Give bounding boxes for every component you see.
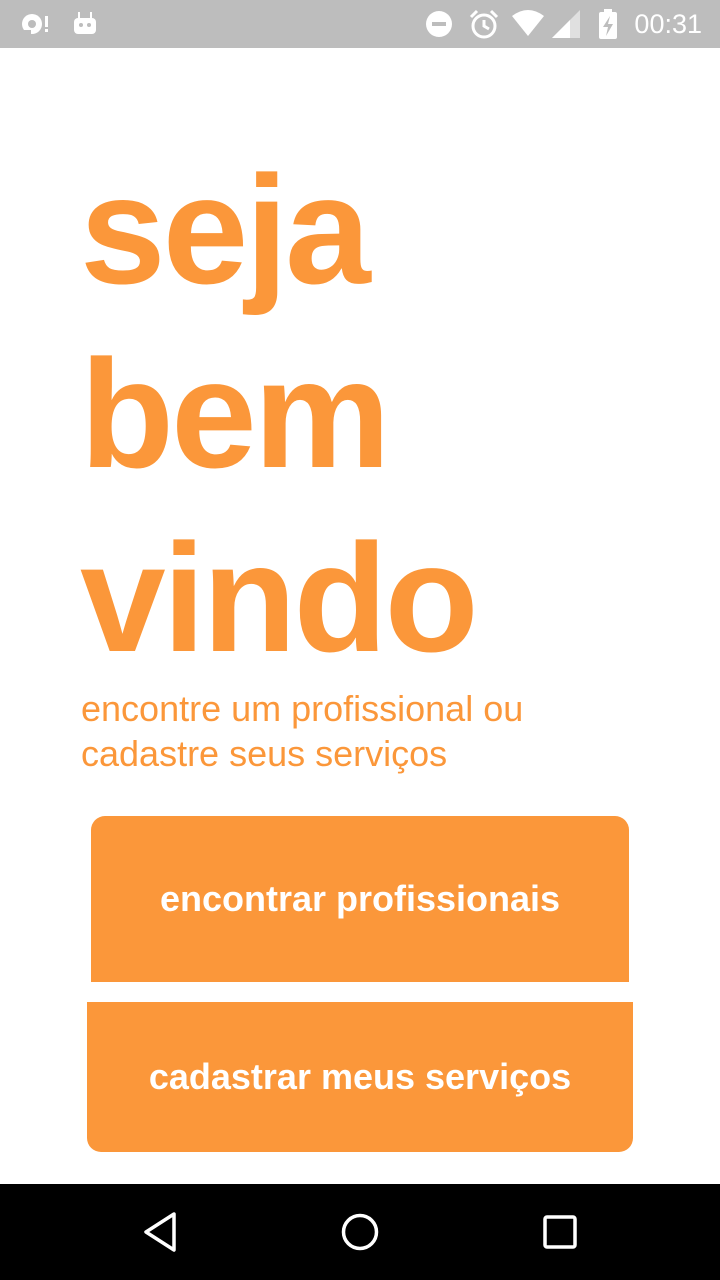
- wifi-icon: [510, 8, 546, 40]
- find-professionals-button[interactable]: encontrar profissionais: [91, 816, 629, 982]
- welcome-line-1: seja: [80, 144, 371, 316]
- recents-icon[interactable]: [530, 1202, 590, 1262]
- welcome-line-3: vindo: [80, 512, 479, 684]
- back-icon[interactable]: [130, 1202, 190, 1262]
- notification-icon: [18, 8, 52, 40]
- alarm-icon: [468, 8, 500, 40]
- welcome-line-2: bem: [80, 328, 391, 500]
- navigation-bar: [0, 1184, 720, 1280]
- welcome-subtitle: encontre um profissional ou cadastre seu…: [81, 688, 524, 774]
- status-bar: 00:31: [0, 0, 720, 48]
- home-icon[interactable]: [330, 1202, 390, 1262]
- cell-signal-icon: [550, 8, 582, 40]
- screen: 00:31 seja bem vindo encontre um profiss…: [0, 0, 720, 1280]
- status-time: 00:31: [634, 9, 702, 39]
- register-services-button[interactable]: cadastrar meus serviços: [87, 1002, 633, 1152]
- do-not-disturb-icon: [424, 8, 454, 40]
- welcome-heading: seja bem vindo: [80, 138, 479, 690]
- android-debug-icon: [72, 8, 98, 40]
- battery-charging-icon: [596, 8, 620, 40]
